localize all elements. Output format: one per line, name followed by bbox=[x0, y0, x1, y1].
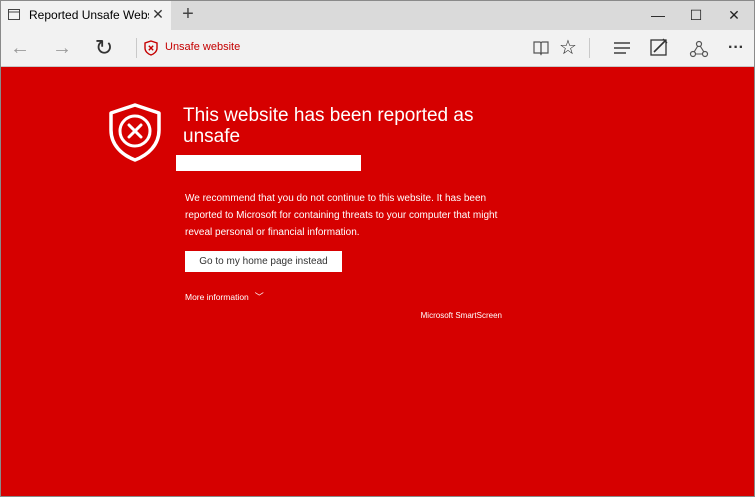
back-button[interactable]: ← bbox=[9, 30, 31, 66]
favorite-star-icon[interactable]: ☆ bbox=[557, 30, 579, 66]
more-actions-button[interactable]: ··· bbox=[723, 30, 749, 66]
shield-warning-icon bbox=[144, 40, 158, 56]
smartscreen-brand: Microsoft SmartScreen bbox=[420, 311, 502, 320]
reading-view-icon[interactable] bbox=[532, 39, 550, 57]
toolbar-divider bbox=[589, 38, 590, 58]
share-icon[interactable] bbox=[689, 39, 709, 59]
address-text: Unsafe website bbox=[165, 41, 241, 53]
chevron-down-icon: ﹀ bbox=[254, 292, 264, 302]
browser-window: Reported Unsafe Websit ✕ + — ☐ ✕ ← → ↻ U… bbox=[0, 0, 755, 497]
warning-heading: This website has been reported as unsafe bbox=[183, 105, 474, 147]
unsafe-shield-icon bbox=[109, 103, 161, 162]
navigation-toolbar: ← → ↻ Unsafe website ☆ ··· bbox=[1, 30, 754, 67]
tab-reported-unsafe[interactable]: Reported Unsafe Websit ✕ bbox=[1, 1, 171, 30]
refresh-button[interactable]: ↻ bbox=[93, 30, 115, 66]
more-information-label: More information bbox=[185, 292, 249, 302]
forward-button[interactable]: → bbox=[51, 30, 73, 66]
tab-title: Reported Unsafe Websit bbox=[29, 8, 149, 22]
redacted-url-box bbox=[176, 155, 361, 171]
more-information-link[interactable]: More information ﹀ bbox=[185, 290, 264, 303]
warning-body-text: We recommend that you do not continue to… bbox=[185, 193, 498, 238]
hub-icon[interactable] bbox=[612, 40, 632, 56]
title-bar: Reported Unsafe Websit ✕ + — ☐ ✕ bbox=[1, 1, 754, 30]
web-note-icon[interactable] bbox=[649, 38, 669, 58]
tab-close-icon[interactable]: ✕ bbox=[151, 7, 165, 21]
new-tab-button[interactable]: + bbox=[179, 4, 197, 24]
toolbar-divider bbox=[136, 38, 137, 58]
page-icon bbox=[8, 9, 20, 20]
go-home-button[interactable]: Go to my home page instead bbox=[185, 251, 342, 272]
close-window-button[interactable]: ✕ bbox=[711, 1, 754, 30]
